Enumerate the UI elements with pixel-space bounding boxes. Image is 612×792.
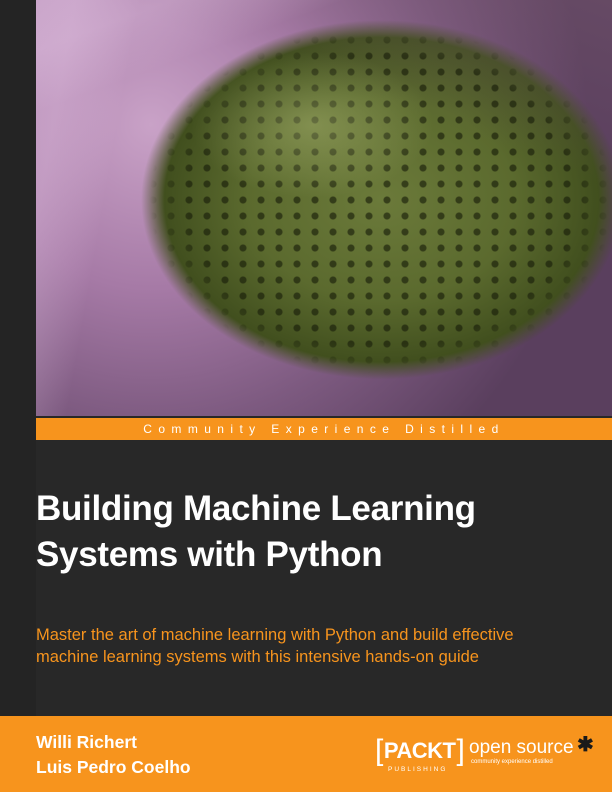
asterisk-star-icon: ✱	[577, 734, 594, 756]
author-name: Luis Pedro Coelho	[36, 757, 191, 777]
book-subtitle: Master the art of machine learning with …	[36, 624, 608, 668]
bracket-left-icon: [	[375, 734, 383, 767]
publishing-label: PUBLISHING	[388, 766, 448, 773]
bracket-right-icon: ]	[456, 734, 465, 767]
book-cover: Community Experience Distilled Building …	[0, 0, 612, 792]
open-source-label: open source	[469, 737, 574, 758]
tagline-text: Community Experience Distilled	[143, 422, 505, 436]
packt-wordmark: PACKT	[383, 738, 456, 763]
cover-spine-strip	[0, 0, 36, 716]
title-line-2: Systems with Python	[36, 535, 383, 574]
book-title: Building Machine Learning Systems with P…	[36, 486, 608, 578]
tagline-bar: Community Experience Distilled	[36, 418, 612, 440]
subtitle-line-2: machine learning systems with this inten…	[36, 648, 479, 666]
open-source-tagline: community experience distilled	[471, 759, 553, 765]
author-list: Willi Richert Luis Pedro Coelho	[36, 730, 191, 780]
author-name: Willi Richert	[36, 732, 137, 752]
cover-footer: Willi Richert Luis Pedro Coelho [ PACKT …	[0, 716, 612, 792]
packt-logo: [ PACKT ]	[375, 734, 465, 767]
publisher-logo: [ PACKT ] PUBLISHING open source ✱ commu…	[375, 734, 605, 786]
photo-highlight	[36, 0, 612, 416]
subtitle-line-1: Master the art of machine learning with …	[36, 626, 514, 644]
title-line-1: Building Machine Learning	[36, 489, 476, 528]
cover-photo-flower	[36, 0, 612, 416]
